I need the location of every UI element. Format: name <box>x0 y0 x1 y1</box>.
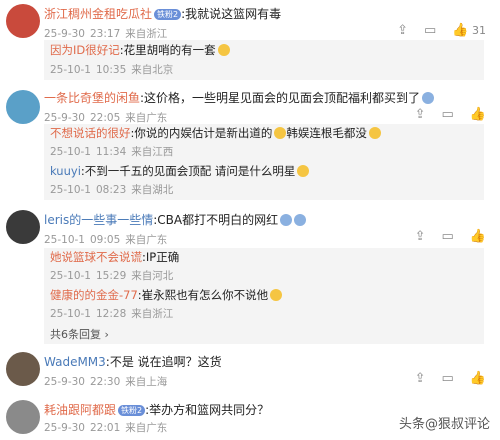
watermark: 头条@狠叔评论 <box>398 417 490 432</box>
chevron-right-icon: › <box>104 328 109 341</box>
share-icon[interactable]: ⇪ <box>415 108 426 122</box>
comment-icon[interactable]: ▭ <box>424 24 436 38</box>
reply-block: 因为ID很好记:花里胡哨的有一套 25-10-1 10:35 来自北京 <box>44 40 484 80</box>
reply-text: :IP正确 <box>142 250 180 264</box>
reply-line: 健康的的金金-77:崔永熙也有怎么你不说他 <box>50 288 283 303</box>
like-count: 31 <box>472 24 486 37</box>
share-icon[interactable]: ⇪ <box>415 230 426 244</box>
username[interactable]: 一条比奇堡的闲鱼 <box>44 91 140 105</box>
like-icon: 👍 <box>452 23 469 38</box>
emoji-icon <box>297 165 310 177</box>
comment-meta: 25-9-30 22:05 来自广东 <box>44 112 168 124</box>
comment-text: :举办方和篮网共同分？ <box>145 403 270 417</box>
reply-line: 因为ID很好记:花里胡哨的有一套 <box>50 43 230 58</box>
comment-item: leris的一些事一些情:CBA都打不明白的网红 25-10-1 09:05 来自广… <box>0 208 500 346</box>
reply-username[interactable]: 不想说话的很好 <box>50 126 131 140</box>
emoji-icon <box>217 44 230 56</box>
fan-badge: 铁粉2 <box>154 9 182 20</box>
avatar[interactable] <box>6 210 40 244</box>
avatar[interactable] <box>6 4 40 38</box>
share-icon[interactable]: ⇪ <box>415 372 426 386</box>
fan-badge: 铁粉2 <box>118 405 146 416</box>
reply-text-cont: 韩娱连根毛都没 <box>286 126 367 140</box>
comment-item: 一条比奇堡的闲鱼:这价格，一些明星见面会的见面会顶配福利都买到了 25-9-30… <box>0 88 500 200</box>
comment-actions: ⇪ ▭ 👍 <box>415 230 486 244</box>
comment-line: WadeMM3:不是 说在追啊？这货 <box>44 354 222 370</box>
emoji-icon <box>294 214 307 226</box>
like-icon[interactable]: 👍 <box>470 230 486 244</box>
avatar[interactable] <box>6 352 40 386</box>
reply-text: :你说的内娱估计是新出道的 <box>130 126 273 140</box>
comment-line: 耗油跟阿都跟 铁粉2:举办方和篮网共同分？ <box>44 402 269 418</box>
comment-line: 一条比奇堡的闲鱼:这价格，一些明星见面会的见面会顶配福利都买到了 <box>44 90 435 106</box>
like-icon[interactable]: 👍 <box>470 108 486 122</box>
emoji-icon <box>422 92 435 104</box>
comment-line: 浙江稠州金租吃瓜社 铁粉2:我就说这篮网有毒 <box>44 6 281 22</box>
comment-item: WadeMM3:不是 说在追啊？这货 25-9-30 22:30 来自上海 ⇪ ▭ … <box>0 350 500 394</box>
username[interactable]: 耗油跟阿都跟 <box>44 403 116 417</box>
reply-block: 她说篮球不会说谎:IP正确 25-10-1 15:29 来自河北 健康的的金金-77… <box>44 248 484 344</box>
reply-text: :不到一千五的见面会顶配 请问是什么明星 <box>80 164 296 178</box>
reply-username[interactable]: 因为ID很好记 <box>50 43 120 57</box>
comment-text: :这价格，一些明星见面会的见面会顶配福利都买到了 <box>140 91 421 105</box>
emoji-icon <box>274 127 287 139</box>
comment-actions: ⇪ ▭ 👍 31 <box>397 24 486 38</box>
comment-actions: ⇪ ▭ 👍 <box>415 372 486 386</box>
comment-icon[interactable]: ▭ <box>442 372 454 386</box>
comment-actions: ⇪ ▭ 👍 <box>415 108 486 122</box>
username[interactable]: WadeMM3 <box>44 355 106 369</box>
reply-line: 她说篮球不会说谎:IP正确 <box>50 250 179 265</box>
reply-username[interactable]: kuuyi <box>50 164 81 178</box>
comment-icon[interactable]: ▭ <box>442 230 454 244</box>
comment-meta: 25-9-30 22:01 来自广东 <box>44 422 168 434</box>
reply-text: :花里胡哨的有一套 <box>119 43 216 57</box>
emoji-icon <box>368 127 381 139</box>
reply-line: 不想说话的很好:你说的内娱估计是新出道的 韩娱连根毛都没 <box>50 126 381 141</box>
emoji-icon <box>270 289 283 301</box>
username[interactable]: 浙江稠州金租吃瓜社 <box>44 7 152 21</box>
reply-text: :崔永熙也有怎么你不说他 <box>137 288 269 302</box>
reply-meta: 25-10-1 12:28 来自浙江 <box>50 308 174 320</box>
comment-meta: 25-9-30 22:30 来自上海 <box>44 376 168 388</box>
username[interactable]: leris的一些事一些情 <box>44 213 153 227</box>
reply-username[interactable]: 她说篮球不会说谎 <box>50 250 142 264</box>
reply-line: kuuyi:不到一千五的见面会顶配 请问是什么明星 <box>50 164 310 179</box>
reply-meta: 25-10-1 11:34 来自江西 <box>50 146 174 158</box>
reply-meta: 25-10-1 10:35 来自北京 <box>50 64 174 76</box>
share-icon[interactable]: ⇪ <box>397 24 408 38</box>
comment-meta: 25-9-30 23:17 来自浙江 <box>44 28 168 40</box>
comment-text: :不是 说在追啊？这货 <box>105 355 222 369</box>
reply-block: 不想说话的很好:你说的内娱估计是新出道的 韩娱连根毛都没 25-10-1 11:34… <box>44 124 484 200</box>
avatar[interactable] <box>6 400 40 434</box>
reply-meta: 25-10-1 08:23 来自湖北 <box>50 184 174 196</box>
like-icon[interactable]: 👍 <box>470 372 486 386</box>
comment-item: 浙江稠州金租吃瓜社 铁粉2:我就说这篮网有毒 25-9-30 23:17 来自浙江 ⇪… <box>0 0 500 86</box>
more-replies-link[interactable]: 共6条回复 › <box>50 326 109 342</box>
comment-line: leris的一些事一些情:CBA都打不明白的网红 <box>44 212 307 228</box>
comment-icon[interactable]: ▭ <box>442 108 454 122</box>
avatar[interactable] <box>6 90 40 124</box>
like-group[interactable]: 👍 31 <box>452 24 486 38</box>
comment-meta: 25-10-1 09:05 来自广东 <box>44 234 168 246</box>
comment-text: :CBA都打不明白的网红 <box>153 213 279 227</box>
reply-username[interactable]: 健康的的金金-77 <box>50 288 138 302</box>
comment-text: :我就说这篮网有毒 <box>181 7 282 21</box>
emoji-icon <box>280 214 293 226</box>
reply-meta: 25-10-1 15:29 来自河北 <box>50 270 174 282</box>
